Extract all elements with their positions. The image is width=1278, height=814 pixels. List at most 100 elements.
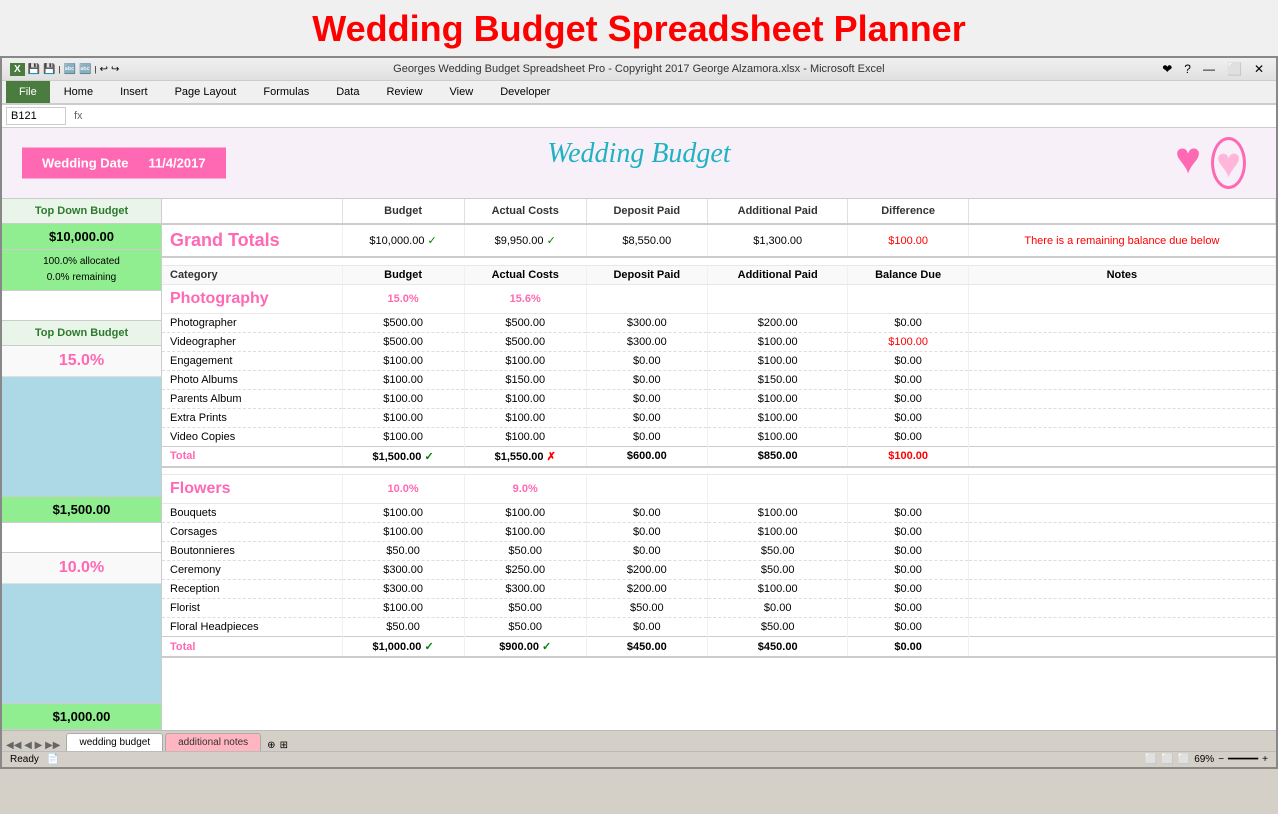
tab-more-icon[interactable]: ⊞ bbox=[280, 740, 288, 751]
photography-total-label: Total bbox=[170, 450, 195, 462]
left-panel: Top Down Budget $10,000.00 100.0% alloca… bbox=[2, 199, 162, 730]
photography-balance-pct bbox=[848, 284, 968, 313]
tab-options-icon[interactable]: ⊕ bbox=[267, 740, 275, 751]
page-view-icon[interactable]: 📄 bbox=[47, 754, 59, 765]
item-actual: $100.00 bbox=[464, 389, 586, 408]
photography-budget-pct: 15.0% bbox=[342, 284, 464, 313]
help-btn[interactable]: ? bbox=[1180, 62, 1195, 76]
item-additional: $100.00 bbox=[707, 504, 848, 523]
sheet-tab-wedding-budget[interactable]: wedding budget bbox=[66, 733, 163, 751]
tab-file[interactable]: File bbox=[6, 81, 50, 103]
flowers-total-label: Total bbox=[170, 641, 195, 653]
cat-header-budget: Budget bbox=[342, 265, 464, 284]
table-row: Extra Prints $100.00 $100.00 $0.00 $100.… bbox=[162, 408, 1276, 427]
item-balance: $0.00 bbox=[848, 351, 968, 370]
item-deposit: $0.00 bbox=[586, 523, 707, 542]
cat-header-additional: Additional Paid bbox=[707, 265, 848, 284]
view-pagebreak-icon[interactable]: ⬜ bbox=[1178, 754, 1190, 765]
photography-total-additional: $850.00 bbox=[707, 446, 848, 467]
view-normal-icon[interactable]: ⬜ bbox=[1145, 754, 1157, 765]
item-notes bbox=[968, 523, 1275, 542]
header-spacer bbox=[2, 291, 161, 321]
toolbar-sort-a[interactable]: 🔤 bbox=[64, 64, 76, 75]
formula-func[interactable]: fx bbox=[74, 110, 83, 122]
grand-actual: $9,950.00 ✓ bbox=[464, 224, 586, 257]
help-icon[interactable]: ❤ bbox=[1158, 62, 1176, 76]
sheet-tab-additional-notes[interactable]: additional notes bbox=[165, 733, 261, 751]
item-deposit: $0.00 bbox=[586, 351, 707, 370]
table-row: Photographer $500.00 $500.00 $300.00 $20… bbox=[162, 313, 1276, 332]
minimize-btn[interactable]: — bbox=[1199, 62, 1219, 76]
tab-insert[interactable]: Insert bbox=[107, 81, 161, 103]
tab-data[interactable]: Data bbox=[323, 81, 372, 103]
item-deposit: $0.00 bbox=[586, 504, 707, 523]
flowers-label: Flowers bbox=[170, 480, 230, 497]
item-actual: $50.00 bbox=[464, 542, 586, 561]
table-row: Videographer $500.00 $500.00 $300.00 $10… bbox=[162, 332, 1276, 351]
photography-pct-left: 15.0% bbox=[2, 346, 161, 377]
toolbar-save2[interactable]: 💾 bbox=[43, 64, 55, 75]
formula-bar: fx bbox=[2, 105, 1276, 128]
item-balance: $0.00 bbox=[848, 618, 968, 637]
sheet-nav-arrows[interactable]: ◀◀ ◀ ▶ ▶▶ bbox=[6, 740, 60, 751]
table-row: Video Copies $100.00 $100.00 $0.00 $100.… bbox=[162, 427, 1276, 446]
flowers-notes-pct bbox=[968, 475, 1275, 504]
item-additional: $100.00 bbox=[707, 523, 848, 542]
photography-blue-box bbox=[2, 377, 161, 497]
toolbar-sort-z[interactable]: 🔤 bbox=[79, 64, 91, 75]
grand-totals-header-row: Budget Actual Costs Deposit Paid Additio… bbox=[162, 199, 1276, 224]
item-actual: $100.00 bbox=[464, 504, 586, 523]
zoom-in-btn[interactable]: + bbox=[1262, 754, 1268, 765]
item-balance: $0.00 bbox=[848, 313, 968, 332]
view-layout-icon[interactable]: ⬜ bbox=[1161, 754, 1173, 765]
flowers-category-row: Flowers 10.0% 9.0% bbox=[162, 475, 1276, 504]
heart-icon-1: ♥ bbox=[1175, 137, 1201, 189]
item-name: Corsages bbox=[162, 523, 342, 542]
item-budget: $100.00 bbox=[342, 599, 464, 618]
item-deposit: $0.00 bbox=[586, 618, 707, 637]
zoom-out-btn[interactable]: − bbox=[1218, 754, 1224, 765]
wedding-title: Wedding Budget bbox=[547, 138, 730, 169]
tab-home[interactable]: Home bbox=[51, 81, 106, 103]
item-deposit: $0.00 bbox=[586, 542, 707, 561]
flowers-budget-check: ✓ bbox=[424, 641, 433, 653]
tab-page-layout[interactable]: Page Layout bbox=[162, 81, 250, 103]
photography-total-balance: $100.00 bbox=[848, 446, 968, 467]
item-actual: $100.00 bbox=[464, 523, 586, 542]
item-balance: $0.00 bbox=[848, 370, 968, 389]
item-additional: $50.00 bbox=[707, 542, 848, 561]
col-header-notes-empty bbox=[968, 199, 1275, 224]
table-row: Corsages $100.00 $100.00 $0.00 $100.00 $… bbox=[162, 523, 1276, 542]
tab-review[interactable]: Review bbox=[373, 81, 435, 103]
item-notes bbox=[968, 313, 1275, 332]
flowers-amount-left: $1,000.00 bbox=[2, 704, 161, 730]
item-notes bbox=[968, 618, 1275, 637]
undo-btn[interactable]: ↩ bbox=[100, 64, 108, 75]
toolbar-save[interactable]: 💾 bbox=[28, 64, 40, 75]
zoom-slider[interactable]: ━━━━━ bbox=[1228, 754, 1258, 765]
restore-btn[interactable]: ⬜ bbox=[1223, 62, 1246, 76]
photography-total-actual: $1,550.00 ✗ bbox=[464, 446, 586, 467]
item-name: Engagement bbox=[162, 351, 342, 370]
item-notes bbox=[968, 542, 1275, 561]
formula-input[interactable] bbox=[87, 108, 1272, 124]
photography-notes-pct bbox=[968, 284, 1275, 313]
col-header-empty bbox=[162, 199, 342, 224]
item-budget: $50.00 bbox=[342, 618, 464, 637]
tab-view[interactable]: View bbox=[437, 81, 487, 103]
redo-btn[interactable]: ↪ bbox=[111, 64, 119, 75]
flowers-total-row: Total $1,000.00 ✓ $900.00 ✓ $450.00 $450… bbox=[162, 637, 1276, 658]
grand-additional: $1,300.00 bbox=[707, 224, 848, 257]
grand-deposit: $8,550.00 bbox=[586, 224, 707, 257]
close-btn[interactable]: ✕ bbox=[1250, 62, 1268, 76]
tab-developer[interactable]: Developer bbox=[487, 81, 563, 103]
flowers-total-additional: $450.00 bbox=[707, 637, 848, 658]
sheet-header: Wedding Date 11/4/2017 Wedding Budget ♥ … bbox=[2, 128, 1276, 198]
item-actual: $50.00 bbox=[464, 599, 586, 618]
item-additional: $50.00 bbox=[707, 561, 848, 580]
item-budget: $50.00 bbox=[342, 542, 464, 561]
item-notes bbox=[968, 427, 1275, 446]
cell-reference[interactable] bbox=[6, 107, 66, 125]
tab-formulas[interactable]: Formulas bbox=[250, 81, 322, 103]
item-balance: $0.00 bbox=[848, 427, 968, 446]
